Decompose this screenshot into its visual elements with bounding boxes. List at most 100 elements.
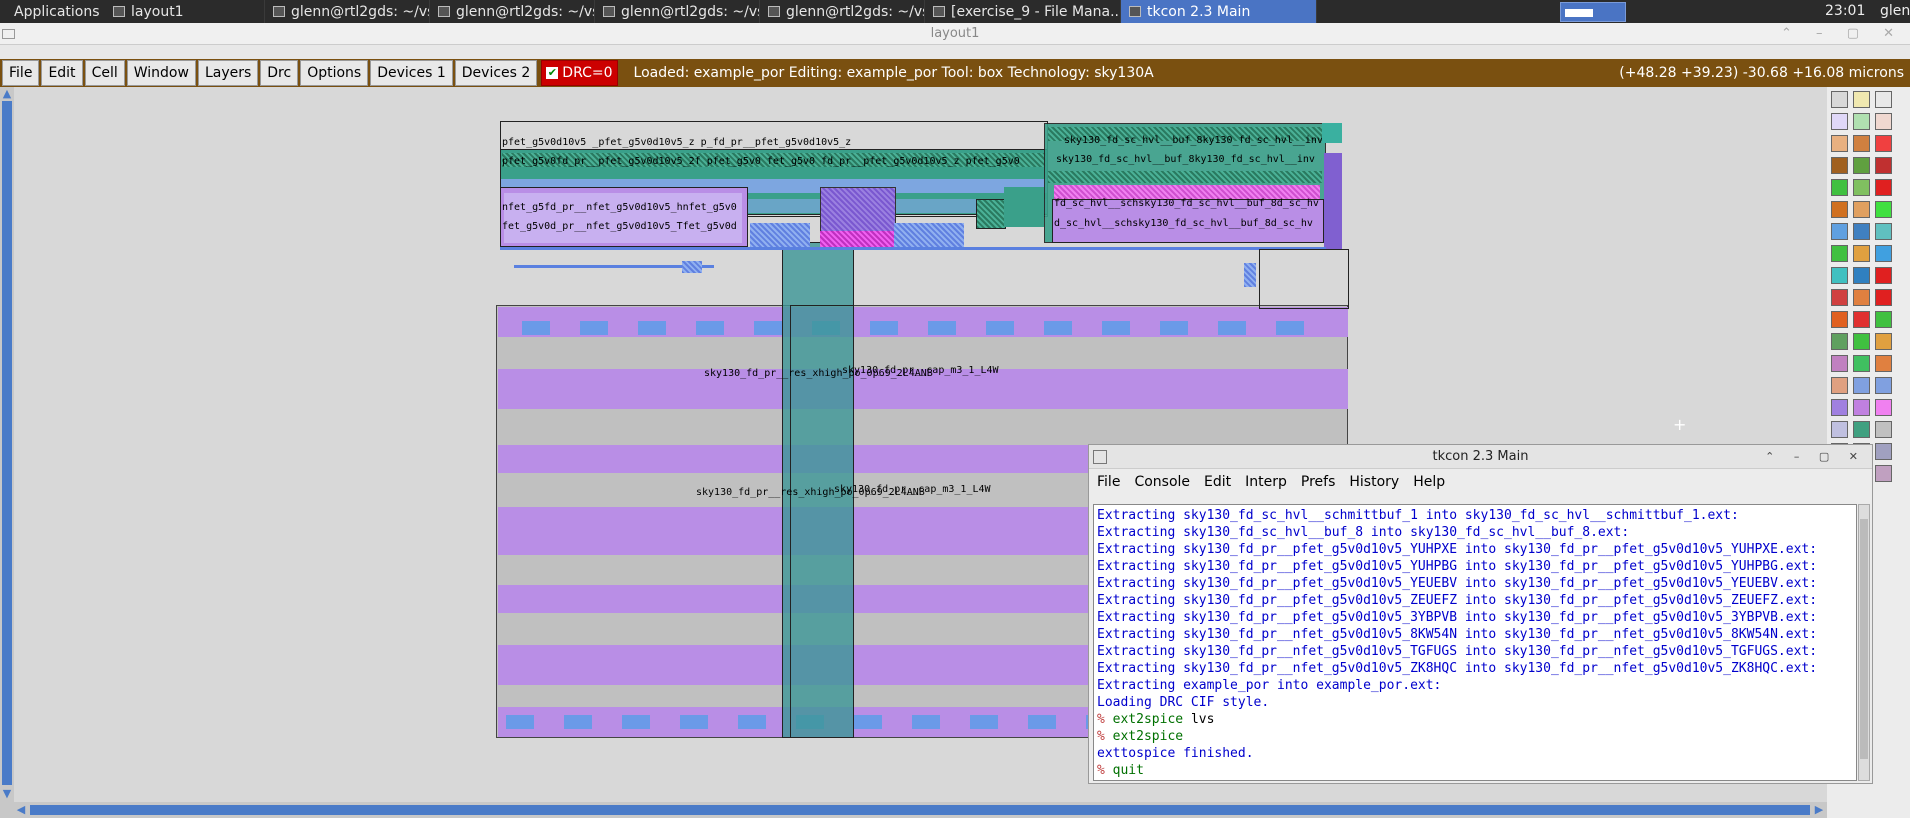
taskbar-window-file-manager[interactable]: [exercise_9 - File Mana... (925, 0, 1121, 23)
horizontal-scrollbar[interactable]: ◀ ▶ (0, 802, 1828, 818)
layer-swatch[interactable] (1853, 399, 1870, 416)
layer-swatch[interactable] (1831, 113, 1848, 130)
taskbar-window-terminal-1[interactable]: glenn@rtl2gds: ~/vsd_l... (265, 0, 430, 23)
layer-swatch[interactable] (1853, 179, 1870, 196)
layer-swatch[interactable] (1853, 377, 1870, 394)
layer-swatch[interactable] (1875, 311, 1892, 328)
menu-layers[interactable]: Layers (197, 60, 259, 86)
layer-swatch[interactable] (1853, 333, 1870, 350)
scroll-right-icon[interactable]: ▶ (1812, 803, 1826, 817)
menu-drc[interactable]: Drc (260, 60, 299, 86)
layer-swatch[interactable] (1831, 267, 1848, 284)
drc-toggle[interactable]: ✔ DRC=0 (541, 60, 618, 86)
layer-swatch[interactable] (1831, 245, 1848, 262)
layer-swatch[interactable] (1875, 333, 1892, 350)
layer-swatch[interactable] (1875, 443, 1892, 460)
tkcon-menu-help[interactable]: Help (1407, 474, 1451, 490)
device-label: sky130_fd_pr__cap_m3_1_L4W (842, 365, 999, 376)
layer-swatch[interactable] (1875, 399, 1892, 416)
taskbar-window-terminal-4[interactable]: glenn@rtl2gds: ~/vsd_l... (760, 0, 925, 23)
layer-swatch[interactable] (1853, 91, 1870, 108)
clock[interactable]: 23:01 (1825, 0, 1865, 23)
taskbar-window-layout1[interactable]: layout1 (105, 0, 265, 23)
window-controls[interactable]: ⌃ – ▢ ✕ (1765, 445, 1866, 469)
vertical-scrollbar[interactable]: ▲ ▼ (0, 87, 14, 802)
nwell-hatch (1048, 171, 1322, 183)
tkcon-menu-file[interactable]: File (1091, 474, 1126, 490)
layer-swatch[interactable] (1875, 91, 1892, 108)
scroll-thumb[interactable] (2, 101, 12, 785)
workspace-pager[interactable] (1560, 2, 1626, 22)
menu-options[interactable]: Options (300, 60, 369, 86)
layer-swatch[interactable] (1831, 311, 1848, 328)
layer-swatch[interactable] (1831, 289, 1848, 306)
layer-swatch[interactable] (1875, 377, 1892, 394)
layout-window-titlebar[interactable]: layout1 ⌃ – ▢ ✕ (0, 23, 1910, 45)
console-line: Extracting sky130_fd_pr__pfet_g5v0d10v5_… (1097, 576, 1818, 591)
layer-swatch[interactable] (1875, 201, 1892, 218)
layer-swatch[interactable] (1875, 135, 1892, 152)
layer-swatch[interactable] (1853, 113, 1870, 130)
scroll-thumb[interactable] (1860, 519, 1868, 759)
layer-swatch[interactable] (1853, 223, 1870, 240)
layer-swatch[interactable] (1831, 157, 1848, 174)
layer-swatch[interactable] (1831, 421, 1848, 438)
tkcon-menu-edit[interactable]: Edit (1198, 474, 1237, 490)
layer-swatch[interactable] (1831, 135, 1848, 152)
tkcon-menu-prefs[interactable]: Prefs (1295, 474, 1341, 490)
scroll-down-icon[interactable]: ▼ (0, 787, 14, 801)
scroll-left-icon[interactable]: ◀ (14, 803, 28, 817)
taskbar-window-terminal-2[interactable]: glenn@rtl2gds: ~/vsd_l... (430, 0, 595, 23)
layer-swatch[interactable] (1875, 179, 1892, 196)
layer-swatch[interactable] (1831, 399, 1848, 416)
layer-swatch[interactable] (1875, 289, 1892, 306)
layer-swatch[interactable] (1853, 267, 1870, 284)
layer-swatch[interactable] (1853, 135, 1870, 152)
tkcon-menu-console[interactable]: Console (1128, 474, 1196, 490)
layer-swatch[interactable] (1831, 355, 1848, 372)
layer-swatch[interactable] (1831, 91, 1848, 108)
tkcon-console[interactable]: Extracting sky130_fd_sc_hvl__schmittbuf_… (1093, 504, 1857, 781)
layer-swatch[interactable] (1831, 223, 1848, 240)
layer-swatch[interactable] (1875, 465, 1892, 482)
menu-devices-2[interactable]: Devices 2 (454, 60, 538, 86)
layer-swatch[interactable] (1831, 201, 1848, 218)
menu-cell[interactable]: Cell (84, 60, 125, 86)
layer-swatch[interactable] (1875, 421, 1892, 438)
layer-swatch[interactable] (1853, 421, 1870, 438)
layer-swatch[interactable] (1831, 333, 1848, 350)
menu-devices-1[interactable]: Devices 1 (370, 60, 453, 86)
scroll-up-icon[interactable]: ▲ (0, 87, 14, 101)
menu-window[interactable]: Window (126, 60, 196, 86)
menu-file[interactable]: File (2, 60, 40, 86)
layer-swatch[interactable] (1875, 267, 1892, 284)
layer-swatch[interactable] (1875, 355, 1892, 372)
user-name[interactable]: glenn (1880, 0, 1910, 23)
layer-swatch[interactable] (1875, 245, 1892, 262)
layer-swatch[interactable] (1853, 157, 1870, 174)
metal-line (500, 247, 1326, 250)
scroll-thumb[interactable] (30, 805, 1810, 815)
layer-swatch[interactable] (1875, 157, 1892, 174)
tkcon-titlebar[interactable]: tkcon 2.3 Main ⌃ – ▢ ✕ (1089, 445, 1872, 469)
taskbar-window-terminal-3[interactable]: glenn@rtl2gds: ~/vsd_l... (595, 0, 760, 23)
layer-swatch[interactable] (1831, 179, 1848, 196)
tkcon-scrollbar[interactable] (1858, 504, 1870, 781)
tkcon-menu-history[interactable]: History (1343, 474, 1405, 490)
layer-swatch[interactable] (1853, 201, 1870, 218)
layer-swatch[interactable] (1853, 355, 1870, 372)
layer-swatch[interactable] (1875, 223, 1892, 240)
layer-swatch[interactable] (1853, 289, 1870, 306)
layer-swatch[interactable] (1853, 245, 1870, 262)
taskbar-window-tkcon[interactable]: tkcon 2.3 Main (1121, 0, 1317, 23)
layer-swatch[interactable] (1831, 377, 1848, 394)
window-controls[interactable]: ⌃ – ▢ ✕ (1781, 23, 1904, 45)
layer-swatch[interactable] (1853, 311, 1870, 328)
menu-edit[interactable]: Edit (41, 60, 83, 86)
layer-swatch[interactable] (1875, 113, 1892, 130)
cell-label: nfet_g5fd_pr__nfet_g5v0d10v5_hnfet_g5v0 (502, 202, 737, 213)
folder-icon (933, 6, 945, 17)
applications-menu[interactable]: Applications (0, 0, 105, 23)
teal-contact (1322, 123, 1342, 143)
tkcon-menu-interp[interactable]: Interp (1239, 474, 1293, 490)
